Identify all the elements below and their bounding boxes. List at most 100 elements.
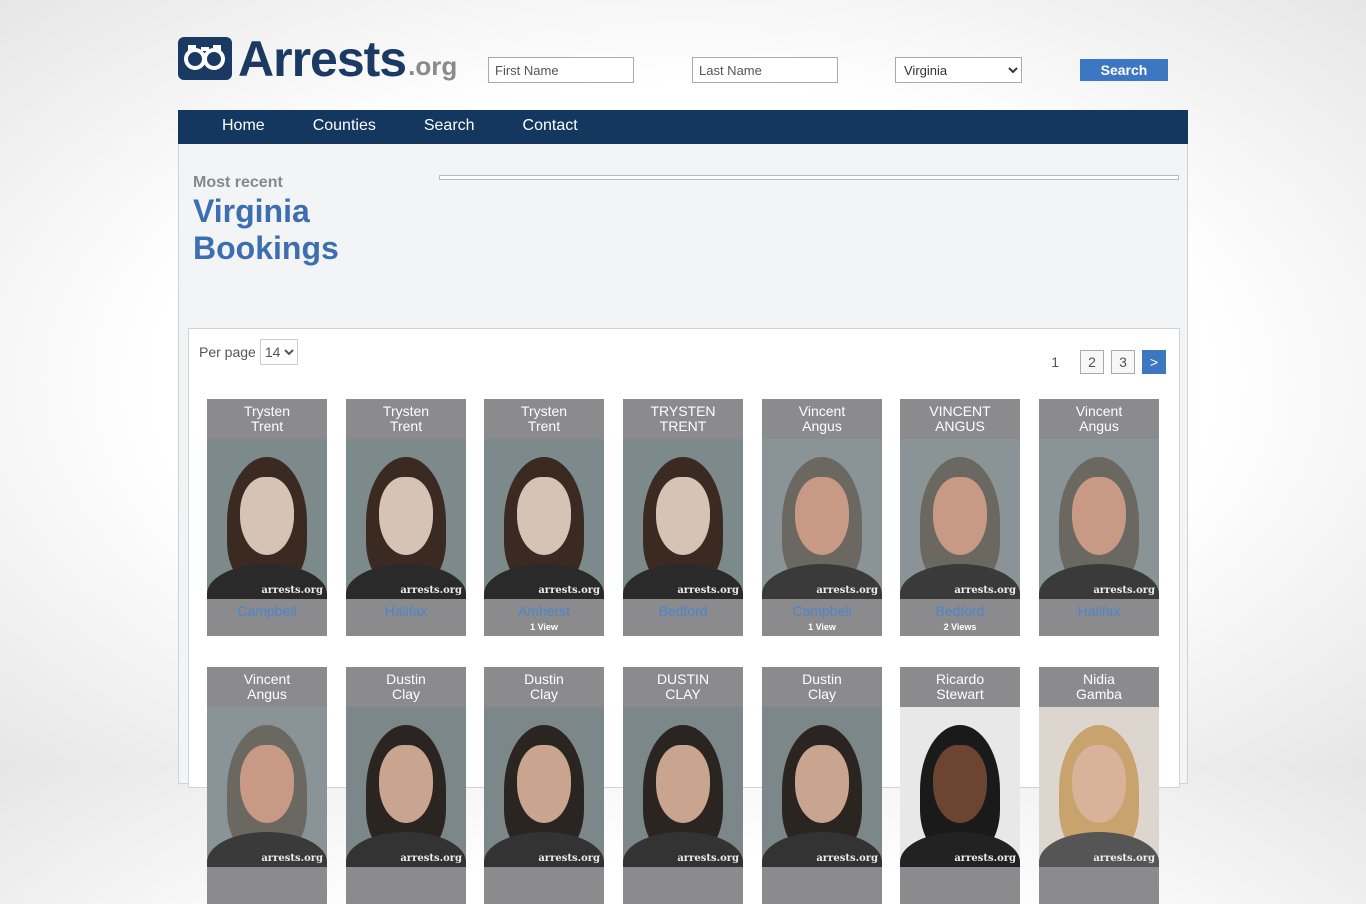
mugshot-photo[interactable]: arrests.org [346, 439, 466, 599]
bookings-panel: Per page 14 1 2 3 > Trysten Trent arrests.… [188, 328, 1180, 904]
watermark: arrests.org [261, 585, 323, 596]
last-name: Angus [247, 686, 287, 702]
booking-card[interactable]: Trysten Trent arrests.org Campbell [207, 399, 327, 636]
last-name: CLAY [665, 686, 701, 702]
state-select[interactable]: Virginia [895, 57, 1022, 83]
mugshot-face [1072, 745, 1126, 823]
booking-name[interactable]: Nidia Gamba [1039, 667, 1159, 707]
county-link[interactable]: Campbell [207, 603, 327, 619]
per-page-control: Per page 14 [199, 339, 298, 365]
nav-home[interactable]: Home [198, 110, 289, 144]
last-name: Clay [807, 686, 836, 702]
county-link[interactable]: Amherst [484, 603, 604, 619]
booking-name[interactable]: TRYSTEN TRENT [623, 399, 743, 439]
booking-name[interactable]: Dustin Clay [484, 667, 604, 707]
mugshot-photo[interactable]: arrests.org [484, 439, 604, 599]
booking-card[interactable]: Ricardo Stewart arrests.org [900, 667, 1020, 904]
booking-name[interactable]: Ricardo Stewart [900, 667, 1020, 707]
watermark: arrests.org [538, 585, 600, 596]
site-logo[interactable]: Arrests .org [178, 34, 457, 84]
first-name: Vincent [243, 671, 291, 687]
watermark: arrests.org [816, 585, 878, 596]
booking-name[interactable]: DUSTIN CLAY [623, 667, 743, 707]
mugshot-face [656, 745, 710, 823]
booking-card[interactable]: Dustin Clay arrests.org [484, 667, 604, 904]
last-name: TRENT [659, 418, 707, 434]
main-content: Most recent Virginia Bookings Per page 1… [178, 144, 1188, 904]
booking-name[interactable]: Trysten Trent [484, 399, 604, 439]
booking-card[interactable]: Trysten Trent arrests.org Halifax [346, 399, 466, 636]
next-page-button[interactable]: > [1142, 350, 1166, 374]
booking-name[interactable]: Vincent Angus [207, 667, 327, 707]
mugshot-photo[interactable]: arrests.org [1039, 439, 1159, 599]
county-link[interactable]: Halifax [1039, 603, 1159, 619]
booking-card[interactable]: Vincent Angus arrests.org Campbell 1 View [762, 399, 882, 636]
county-link[interactable]: Bedford [900, 603, 1020, 619]
last-name: Trent [389, 418, 423, 434]
mugshot-photo[interactable]: arrests.org [623, 707, 743, 867]
booking-name[interactable]: Trysten Trent [207, 399, 327, 439]
booking-name[interactable]: Dustin Clay [346, 667, 466, 707]
booking-card[interactable]: Nidia Gamba arrests.org [1039, 667, 1159, 904]
nav-contact[interactable]: Contact [499, 110, 602, 144]
watermark: arrests.org [1093, 853, 1155, 864]
booking-name[interactable]: Trysten Trent [346, 399, 466, 439]
first-name-input[interactable] [488, 57, 634, 83]
county-link[interactable]: Halifax [346, 603, 466, 619]
county-link[interactable]: Campbell [762, 603, 882, 619]
booking-name[interactable]: Vincent Angus [762, 399, 882, 439]
booking-card[interactable]: Vincent Angus arrests.org Halifax [1039, 399, 1159, 636]
mugshot-photo[interactable]: arrests.org [762, 439, 882, 599]
nav-search[interactable]: Search [400, 110, 499, 144]
watermark: arrests.org [261, 853, 323, 864]
watermark: arrests.org [816, 853, 878, 864]
booking-name[interactable]: Dustin Clay [762, 667, 882, 707]
mugshot-photo[interactable]: arrests.org [484, 707, 604, 867]
county-link[interactable]: Bedford [623, 603, 743, 619]
booking-card[interactable]: Dustin Clay arrests.org [346, 667, 466, 904]
mugshot-photo[interactable]: arrests.org [346, 707, 466, 867]
last-name: Stewart [936, 686, 984, 702]
mugshot-photo[interactable]: arrests.org [207, 707, 327, 867]
mugshot-face [517, 477, 571, 555]
watermark: arrests.org [400, 585, 462, 596]
last-name: Angus [802, 418, 842, 434]
mugshot-photo[interactable]: arrests.org [623, 439, 743, 599]
mugshot-face [240, 477, 294, 555]
booking-name[interactable]: VINCENT ANGUS [900, 399, 1020, 439]
page-2-button[interactable]: 2 [1080, 350, 1104, 374]
booking-card[interactable]: VINCENT ANGUS arrests.org Bedford 2 Views [900, 399, 1020, 636]
search-button[interactable]: Search [1080, 59, 1168, 81]
booking-card[interactable]: Dustin Clay arrests.org [762, 667, 882, 904]
mugshot-photo[interactable]: arrests.org [762, 707, 882, 867]
last-name: ANGUS [935, 418, 985, 434]
nav-counties[interactable]: Counties [289, 110, 400, 144]
last-name: Angus [1079, 418, 1119, 434]
mugshot-photo[interactable]: arrests.org [207, 439, 327, 599]
mugshot-photo[interactable]: arrests.org [1039, 707, 1159, 867]
booking-name[interactable]: Vincent Angus [1039, 399, 1159, 439]
mugshot-face [656, 477, 710, 555]
mugshot-face [795, 745, 849, 823]
booking-card[interactable]: Vincent Angus arrests.org [207, 667, 327, 904]
watermark: arrests.org [954, 853, 1016, 864]
first-name: Vincent [798, 403, 846, 419]
first-name: Dustin [386, 671, 426, 687]
mugshot-photo[interactable]: arrests.org [900, 707, 1020, 867]
view-count: 1 View [808, 622, 836, 632]
view-count: 2 Views [943, 622, 977, 632]
mugshot-face [1072, 477, 1126, 555]
first-name: Nidia [1083, 671, 1115, 687]
first-name: Trysten [520, 403, 568, 419]
last-name-input[interactable] [692, 57, 838, 83]
pagination: 1 2 3 > [1051, 350, 1166, 374]
last-name: Clay [529, 686, 558, 702]
last-name: Clay [391, 686, 420, 702]
mugshot-photo[interactable]: arrests.org [900, 439, 1020, 599]
page-3-button[interactable]: 3 [1111, 350, 1135, 374]
last-name: Trent [527, 418, 561, 434]
booking-card[interactable]: Trysten Trent arrests.org Amherst 1 View [484, 399, 604, 636]
booking-card[interactable]: TRYSTEN TRENT arrests.org Bedford [623, 399, 743, 636]
per-page-select[interactable]: 14 [259, 339, 298, 365]
booking-card[interactable]: DUSTIN CLAY arrests.org [623, 667, 743, 904]
